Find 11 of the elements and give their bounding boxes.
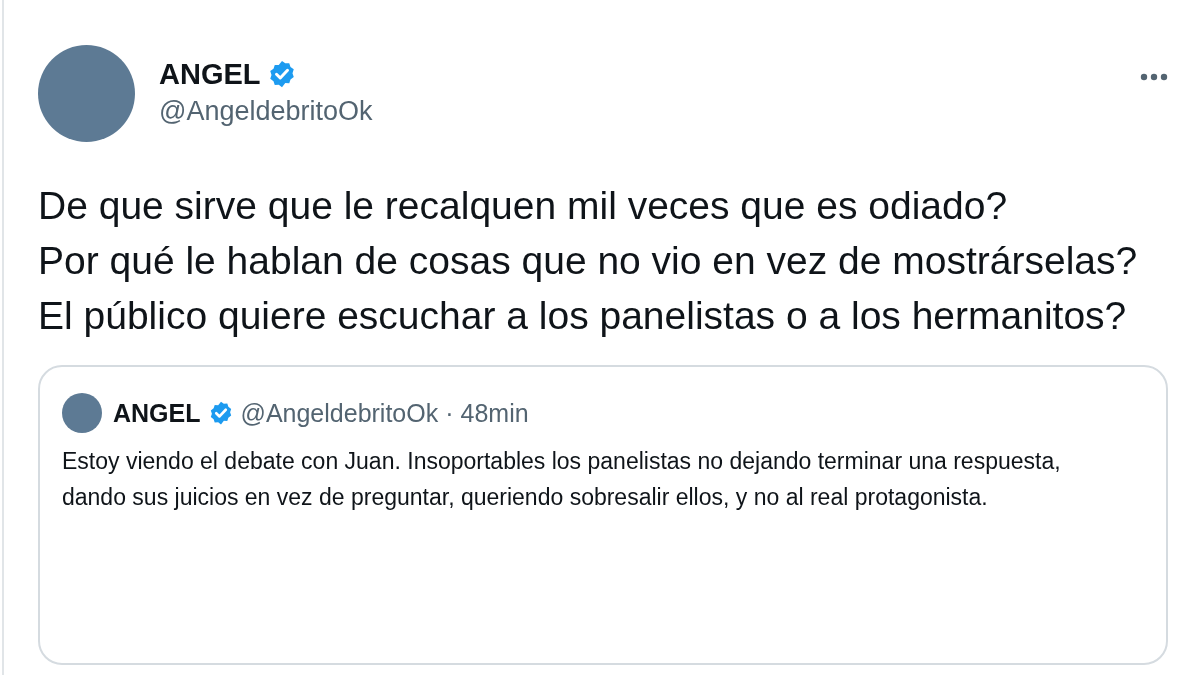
quoted-tweet-text: Estoy viendo el debate con Juan. Insoportables los panelistas no dejando terminar una respuesta, dando sus juicios en vez de preguntar, queriendo sobresalir ellos, y no al real protagonista. bbox=[62, 447, 1062, 512]
author-name: ANGEL bbox=[113, 398, 201, 428]
author-name: ANGEL bbox=[159, 57, 261, 91]
avatar-placeholder bbox=[62, 393, 102, 433]
separator-dot: · bbox=[445, 398, 454, 428]
timestamp: 48min bbox=[460, 398, 529, 428]
author-handle: @AngeldebritoOk bbox=[159, 95, 373, 127]
author-handle: @AngeldebritoOk bbox=[240, 398, 439, 428]
more-options-icon[interactable] bbox=[1140, 73, 1168, 81]
quoted-tweet-card[interactable] bbox=[38, 365, 1168, 665]
tweet-text: De que sirve que le recalquen mil veces que es odiado? Por qué le hablan de cosas que no vio en vez de mostrárselas? El público quiere escuchar a los panelistas o a los hermanitos? bbox=[38, 183, 1139, 339]
